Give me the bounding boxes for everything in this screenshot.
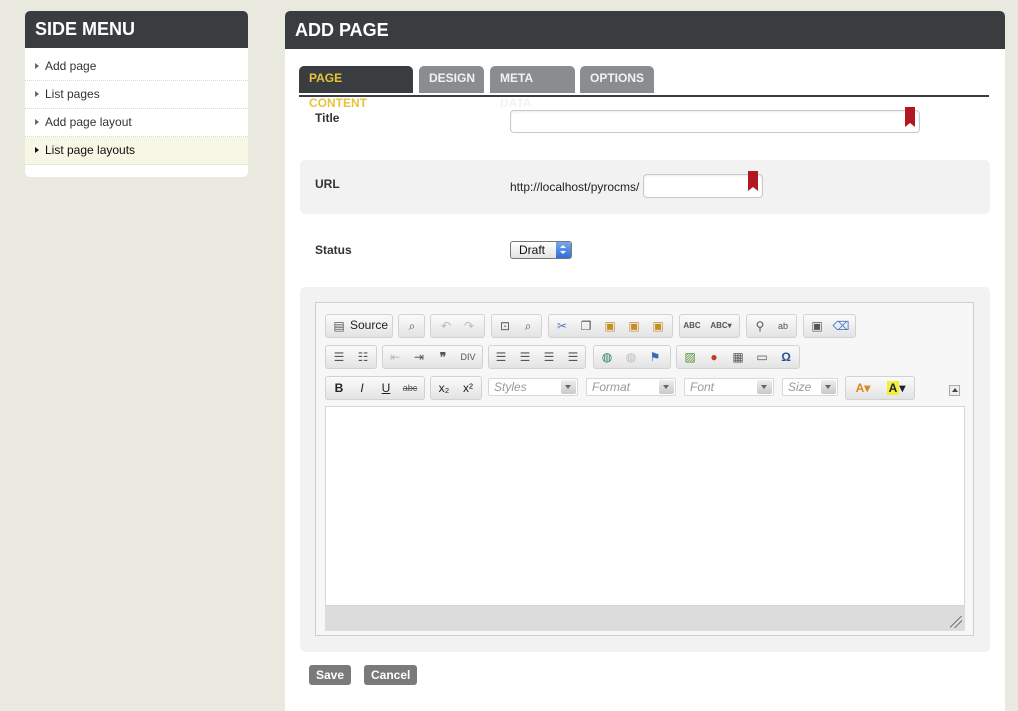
url-label: URL xyxy=(315,177,340,191)
copy-icon[interactable]: ❐ xyxy=(577,318,595,334)
unlink-icon[interactable]: ◍ xyxy=(622,349,640,365)
strikethrough-icon[interactable]: abc xyxy=(401,380,419,396)
underline-icon[interactable]: U xyxy=(377,380,395,396)
chevron-down-icon xyxy=(757,380,772,394)
tab-meta-data[interactable]: META DATA xyxy=(490,66,575,110)
required-bookmark-icon xyxy=(748,171,758,191)
toolbar-row-2: ☰ ☷ ⇤ ⇥ ❞ DIV ☰ ☰ ☰ ☰ ◍ ◍ ⚑ ▨ ● ▦ ▭ Ω xyxy=(325,345,965,369)
font-dropdown[interactable]: Font xyxy=(684,378,774,396)
find-replace-icon[interactable]: ⌕ xyxy=(519,318,537,334)
status-selected-value: Draft xyxy=(519,243,546,257)
maximize-icon[interactable]: ▣ xyxy=(808,318,826,334)
side-menu-item-list-page-layouts[interactable]: List page layouts xyxy=(25,137,248,165)
tab-page-content[interactable]: PAGE CONTENT xyxy=(299,66,413,110)
document-icon: ▤ xyxy=(333,319,345,333)
page-title: ADD PAGE xyxy=(285,11,1005,49)
replace-icon[interactable]: ab xyxy=(774,318,792,334)
subscript-icon[interactable]: x₂ xyxy=(435,380,453,396)
status-row: Status Draft xyxy=(300,225,990,275)
bold-icon[interactable]: B xyxy=(330,380,348,396)
side-menu-item-add-page-layout[interactable]: Add page layout xyxy=(25,109,248,137)
flash-icon[interactable]: ● xyxy=(705,349,723,365)
outdent-icon[interactable]: ⇤ xyxy=(386,349,404,365)
format-dropdown[interactable]: Format xyxy=(586,378,676,396)
horizontal-rule-icon[interactable]: ▭ xyxy=(753,349,771,365)
select-all-icon[interactable]: ⊡ xyxy=(496,318,514,334)
font-placeholder: Font xyxy=(690,380,715,394)
cut-icon[interactable]: ✂ xyxy=(553,318,571,334)
size-dropdown[interactable]: Size xyxy=(782,378,838,396)
status-label: Status xyxy=(315,243,352,257)
image-icon[interactable]: ▨ xyxy=(681,349,699,365)
select-arrows-icon xyxy=(556,242,571,258)
italic-icon[interactable]: I xyxy=(353,380,371,396)
background-color-icon[interactable]: A ▾ xyxy=(882,380,910,396)
resize-handle-icon[interactable] xyxy=(950,616,962,628)
save-button[interactable]: Save xyxy=(309,665,352,685)
styles-placeholder: Styles xyxy=(494,380,527,394)
cancel-button[interactable]: Cancel xyxy=(364,665,418,685)
toolbar-row-3: B I U abc x₂ x² Styles Format Font Size … xyxy=(325,376,965,400)
side-menu-title: SIDE MENU xyxy=(25,11,248,48)
required-bookmark-icon xyxy=(905,107,915,127)
side-menu-item-add-page[interactable]: Add page xyxy=(25,53,248,81)
find-icon[interactable]: ⚲ xyxy=(751,318,769,334)
redo-icon[interactable]: ↷ xyxy=(460,318,478,334)
blockquote-icon[interactable]: ❞ xyxy=(434,349,452,365)
undo-icon[interactable]: ↶ xyxy=(437,318,455,334)
editor-footer xyxy=(325,606,965,631)
url-slug-input[interactable] xyxy=(643,174,763,198)
wysiwyg-editor: ▤ Source ⌕ ↶ ↷ ⊡ ⌕ ✂ ❐ ▣ ▣ ▣ ABC ABC▾ ⚲ … xyxy=(315,302,974,636)
paste-word-icon[interactable]: ▣ xyxy=(649,318,667,334)
collapse-toolbar-icon[interactable] xyxy=(949,385,960,396)
table-icon[interactable]: ▦ xyxy=(729,349,747,365)
title-label: Title xyxy=(315,111,340,125)
special-character-icon[interactable]: Ω xyxy=(777,349,795,365)
format-placeholder: Format xyxy=(592,380,631,394)
tab-design[interactable]: DESIGN xyxy=(419,66,484,93)
indent-icon[interactable]: ⇥ xyxy=(410,349,428,365)
title-row: Title xyxy=(300,99,990,149)
source-button[interactable]: Source xyxy=(350,318,388,332)
chevron-down-icon xyxy=(659,380,674,394)
align-right-icon[interactable]: ☰ xyxy=(540,349,558,365)
remove-format-icon[interactable]: ⌫ xyxy=(832,318,850,334)
size-placeholder: Size xyxy=(788,380,812,394)
superscript-icon[interactable]: x² xyxy=(459,380,477,396)
div-container-icon[interactable]: DIV xyxy=(459,349,477,365)
tab-bar: PAGE CONTENT DESIGN META DATA OPTIONS xyxy=(299,66,989,110)
toolbar-row-1: ▤ Source ⌕ ↶ ↷ ⊡ ⌕ ✂ ❐ ▣ ▣ ▣ ABC ABC▾ ⚲ … xyxy=(325,314,965,338)
paste-icon[interactable]: ▣ xyxy=(601,318,619,334)
side-menu-item-list-pages[interactable]: List pages xyxy=(25,81,248,109)
align-center-icon[interactable]: ☰ xyxy=(516,349,534,365)
text-color-icon[interactable]: A▾ xyxy=(849,380,877,396)
chevron-down-icon xyxy=(821,380,836,394)
chevron-down-icon xyxy=(561,380,576,394)
preview-icon[interactable]: ⌕ xyxy=(403,318,421,334)
bulleted-list-icon[interactable]: ☷ xyxy=(354,349,372,365)
url-prefix: http://localhost/pyrocms/ xyxy=(510,180,640,194)
side-menu: SIDE MENU Add page List pages Add page l… xyxy=(25,11,248,177)
spellcheck-icon[interactable]: ABC xyxy=(683,318,701,334)
link-icon[interactable]: ◍ xyxy=(598,349,616,365)
title-input[interactable] xyxy=(510,110,920,133)
paste-text-icon[interactable]: ▣ xyxy=(625,318,643,334)
align-left-icon[interactable]: ☰ xyxy=(492,349,510,365)
editor-container: ▤ Source ⌕ ↶ ↷ ⊡ ⌕ ✂ ❐ ▣ ▣ ▣ ABC ABC▾ ⚲ … xyxy=(300,287,990,652)
add-page-panel: ADD PAGE PAGE CONTENT DESIGN META DATA O… xyxy=(285,11,1005,711)
numbered-list-icon[interactable]: ☰ xyxy=(330,349,348,365)
spellcheck-dropdown-icon[interactable]: ABC▾ xyxy=(707,318,735,334)
justify-icon[interactable]: ☰ xyxy=(564,349,582,365)
anchor-flag-icon[interactable]: ⚑ xyxy=(646,349,664,365)
side-menu-list: Add page List pages Add page layout List… xyxy=(25,53,248,165)
url-row: URL http://localhost/pyrocms/ xyxy=(300,160,990,214)
tab-options[interactable]: OPTIONS xyxy=(580,66,654,93)
status-select[interactable]: Draft xyxy=(510,241,572,259)
styles-dropdown[interactable]: Styles xyxy=(488,378,578,396)
editor-content-area[interactable] xyxy=(325,406,965,606)
